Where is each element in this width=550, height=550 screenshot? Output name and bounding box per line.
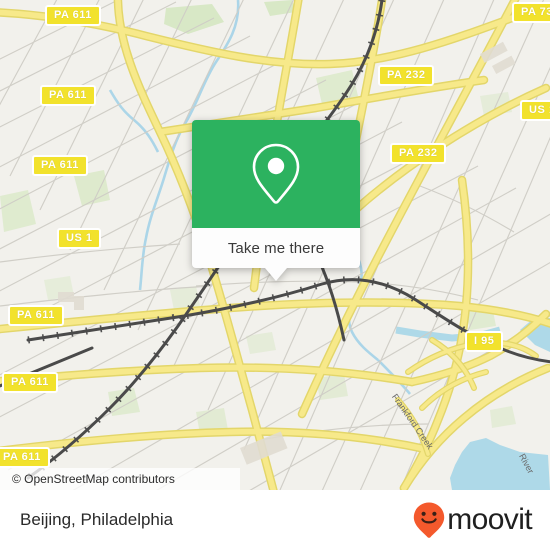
map-pin-icon [252, 143, 300, 204]
road-shield: US 1 [520, 100, 550, 121]
road-shield: PA 611 [2, 372, 58, 393]
road-shield: PA 611 [0, 447, 50, 468]
road-shield: PA 232 [378, 65, 435, 86]
popup-image-panel [192, 120, 360, 228]
map-canvas[interactable]: PA 611 PA 611 PA 611 PA 611 PA 611 PA 611 US 1… [0, 0, 550, 490]
bottom-bar: Beijing, Philadelphia moovit [0, 490, 550, 550]
take-me-there-label: Take me there [227, 239, 325, 257]
road-shield: PA 73 [512, 2, 550, 23]
road-shield: PA 232 [390, 143, 447, 164]
place-name-label: Beijing, Philadelphia [20, 510, 174, 529]
road-shield: PA 611 [32, 155, 88, 176]
popup-cta-bar[interactable]: Take me there [192, 228, 360, 281]
map-attribution: © OpenStreetMap contributors [0, 468, 240, 490]
road-shield: PA 611 [40, 85, 96, 106]
moovit-pin-icon [414, 502, 445, 538]
road-shield: PA 611 [45, 5, 101, 26]
moovit-wordmark: moovit [447, 503, 532, 536]
attribution-text: © OpenStreetMap contributors [12, 472, 175, 486]
destination-popup[interactable]: Take me there [192, 120, 360, 281]
road-shield: US 1 [57, 228, 102, 249]
road-shield: PA 611 [8, 305, 64, 326]
road-shield: I 95 [465, 331, 504, 352]
moovit-logo[interactable]: moovit [412, 501, 533, 539]
popup-pointer-tail [265, 268, 287, 281]
